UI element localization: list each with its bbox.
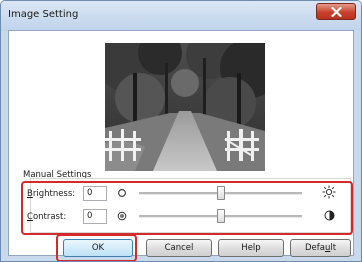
brightness-label: Brightness: — [27, 189, 75, 199]
help-button[interactable]: Help — [218, 239, 284, 257]
brightness-label-post: rightness: — [32, 189, 76, 199]
dialog-client-area: Manual Settings Brightness: 0 Contrast: … — [8, 30, 354, 261]
default-button[interactable]: Default — [290, 239, 351, 257]
contrast-label-post: ontrast: — [32, 212, 67, 222]
brightness-low-icon — [118, 189, 126, 197]
contrast-slider-thumb[interactable] — [216, 209, 225, 223]
close-button[interactable] — [316, 3, 356, 20]
window-title: Image Setting — [8, 9, 79, 20]
contrast-label: Contrast: — [27, 212, 66, 222]
brightness-high-icon — [322, 185, 336, 199]
ok-button[interactable]: OK — [63, 239, 133, 257]
image-setting-dialog: Image Setting Manual Settings Brightness… — [0, 0, 362, 262]
default-label-post: lt — [330, 243, 337, 253]
image-preview — [105, 43, 265, 171]
brightness-value-field[interactable]: 0 — [83, 186, 107, 201]
cancel-button[interactable]: Cancel — [146, 239, 212, 257]
default-label-pre: Defa — [304, 243, 325, 253]
brightness-slider-thumb[interactable] — [216, 186, 225, 200]
title-bar[interactable]: Image Setting — [1, 1, 361, 31]
close-icon — [331, 7, 342, 17]
contrast-low-icon — [117, 211, 127, 221]
preview-photo — [105, 43, 265, 171]
contrast-high-icon — [324, 210, 335, 221]
contrast-value-field[interactable]: 0 — [83, 209, 107, 224]
